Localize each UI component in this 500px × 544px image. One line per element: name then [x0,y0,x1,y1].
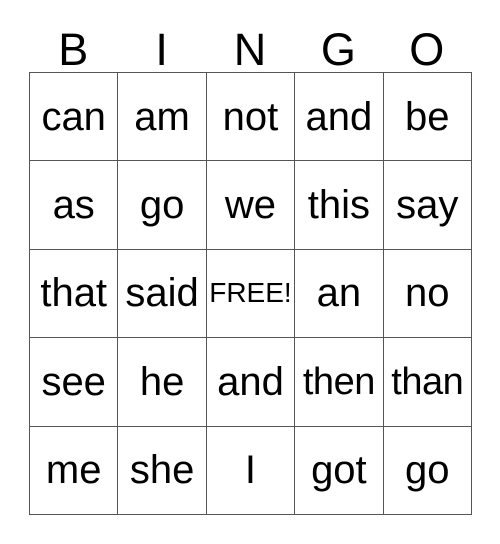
bingo-cell[interactable]: be [383,73,472,162]
bingo-row: as go we this say [30,161,472,250]
bingo-cell[interactable]: can [30,73,119,162]
bingo-cell[interactable]: am [118,73,207,162]
bingo-cell[interactable]: then [295,338,384,427]
bingo-header-letter-n: N [233,24,267,75]
bingo-cell[interactable]: he [118,338,207,427]
bingo-header-letter-g: G [320,24,356,75]
bingo-row: me she I got go [30,426,472,515]
bingo-cell[interactable]: and [206,338,296,427]
bingo-cell[interactable]: not [206,73,296,162]
bingo-cell[interactable]: we [206,161,296,250]
bingo-cell[interactable]: got [295,426,384,515]
bingo-cell[interactable]: go [118,161,207,250]
bingo-cell[interactable]: go [383,426,472,515]
bingo-cell[interactable]: and [295,73,384,162]
bingo-header-letter-i: I [155,24,168,75]
bingo-header-letter-o: O [409,24,445,75]
bingo-row: that said FREE! an no [30,249,472,339]
bingo-cell[interactable]: see [30,338,119,427]
bingo-cell[interactable]: that [30,249,119,339]
bingo-free-space-cell[interactable]: FREE! [206,249,296,339]
bingo-row: can am not and be [30,73,472,162]
bingo-cell[interactable]: me [30,426,119,515]
bingo-cell[interactable]: say [383,161,472,250]
bingo-cell[interactable]: as [30,161,119,250]
bingo-cell[interactable]: an [295,249,384,339]
bingo-row: see he and then than [30,338,472,427]
bingo-cell[interactable]: this [295,161,384,250]
bingo-cell[interactable]: I [206,426,296,515]
bingo-cell[interactable]: no [383,249,472,339]
bingo-grid: can am not and be as go we this say that… [29,72,472,515]
bingo-cell[interactable]: than [383,338,472,427]
bingo-cell[interactable]: she [118,426,207,515]
bingo-card: B I N G O can am not and be as go we thi… [29,22,472,515]
bingo-header-letter-b: B [58,24,89,75]
bingo-cell[interactable]: said [118,249,207,339]
bingo-header-row: B I N G O [29,22,471,72]
